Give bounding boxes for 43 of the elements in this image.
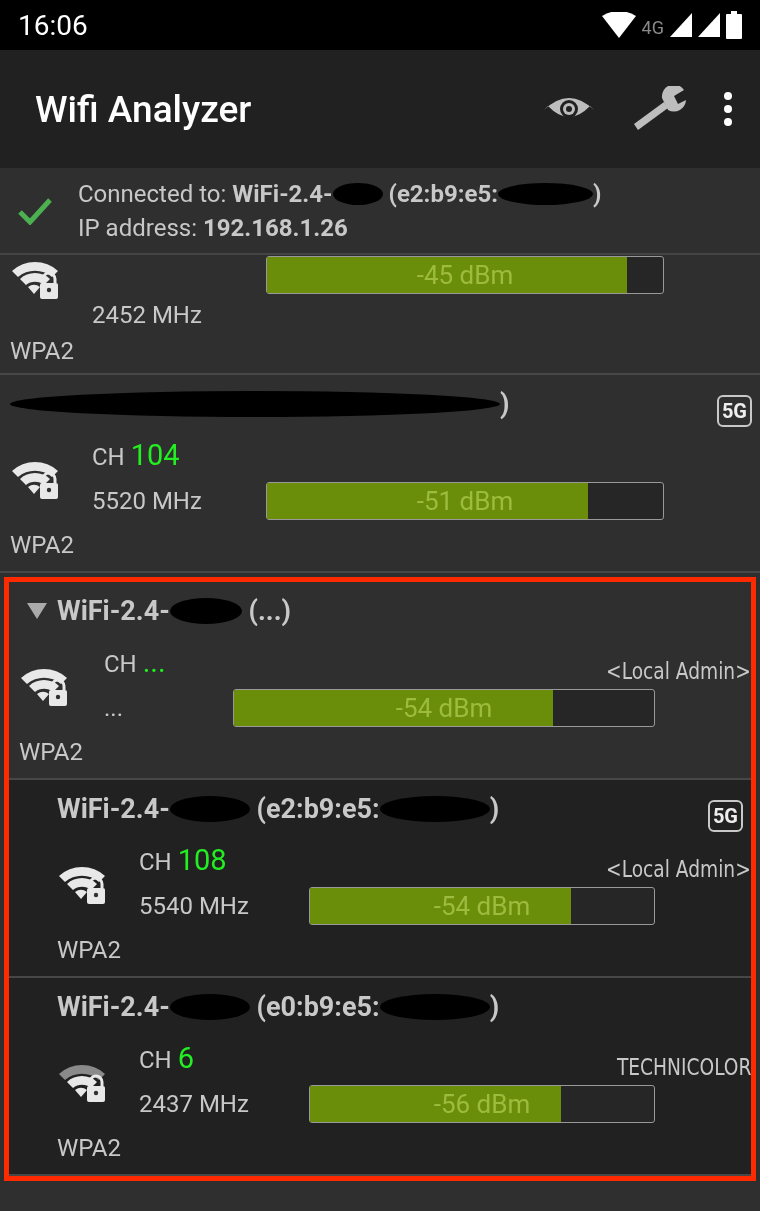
frequency: 2452 MHz (92, 301, 203, 329)
wifi-icon (601, 12, 636, 38)
mac-address: (e0:b9:e5: (256, 991, 380, 1023)
network-type: 4G (641, 17, 664, 38)
security-type: WPA2 (10, 531, 75, 559)
vendor-label: TECHNICOLOR (616, 1054, 751, 1080)
frequency: ... (104, 694, 124, 722)
network-name: WiFi-2.4- (57, 595, 170, 627)
redaction-mark (332, 182, 383, 205)
vendor-label: <Local Admin> (606, 658, 751, 684)
connection-label: Connected to: (78, 179, 227, 208)
network-name: WiFi-2.4- (232, 179, 333, 208)
signal-icon (670, 13, 692, 37)
expand-triangle-icon[interactable] (27, 603, 47, 619)
band-badge: 5G (716, 395, 752, 427)
channel: CH 108 (139, 843, 228, 877)
mac-address: (e2:b9:e5: (256, 793, 380, 825)
signal-icon (698, 13, 720, 37)
channel: CH 104 (92, 438, 181, 472)
network-name: WiFi-2.4- (57, 991, 170, 1023)
channel: CH 6 (139, 1041, 195, 1075)
network-name: WiFi-2.4- (57, 793, 170, 825)
check-icon (18, 196, 52, 225)
app-title: Wifi Analyzer (35, 87, 253, 131)
frequency: 5520 MHz (92, 487, 203, 515)
security-type: WPA2 (57, 936, 122, 964)
vendor-label: <Local Admin> (606, 856, 751, 882)
battery-icon (726, 11, 742, 39)
security-type: WPA2 (57, 1134, 122, 1162)
clock: 16:06 (18, 8, 88, 42)
security-type: WPA2 (19, 738, 84, 766)
frequency: 2437 MHz (139, 1090, 250, 1118)
mac-address: ) (500, 388, 510, 420)
mac-address: ) (489, 991, 500, 1023)
band-badge: 5G (707, 800, 743, 832)
mac-address: (e2:b9:e5: (388, 179, 498, 208)
ip-address: IP address: 192.168.1.26 (78, 213, 349, 242)
mac-address: ) (489, 793, 500, 825)
mac-address: ) (592, 179, 602, 208)
channel: CH ... (104, 645, 167, 679)
mac-address: (...) (248, 595, 291, 627)
security-type: WPA2 (10, 337, 75, 365)
frequency: 5540 MHz (139, 892, 250, 920)
